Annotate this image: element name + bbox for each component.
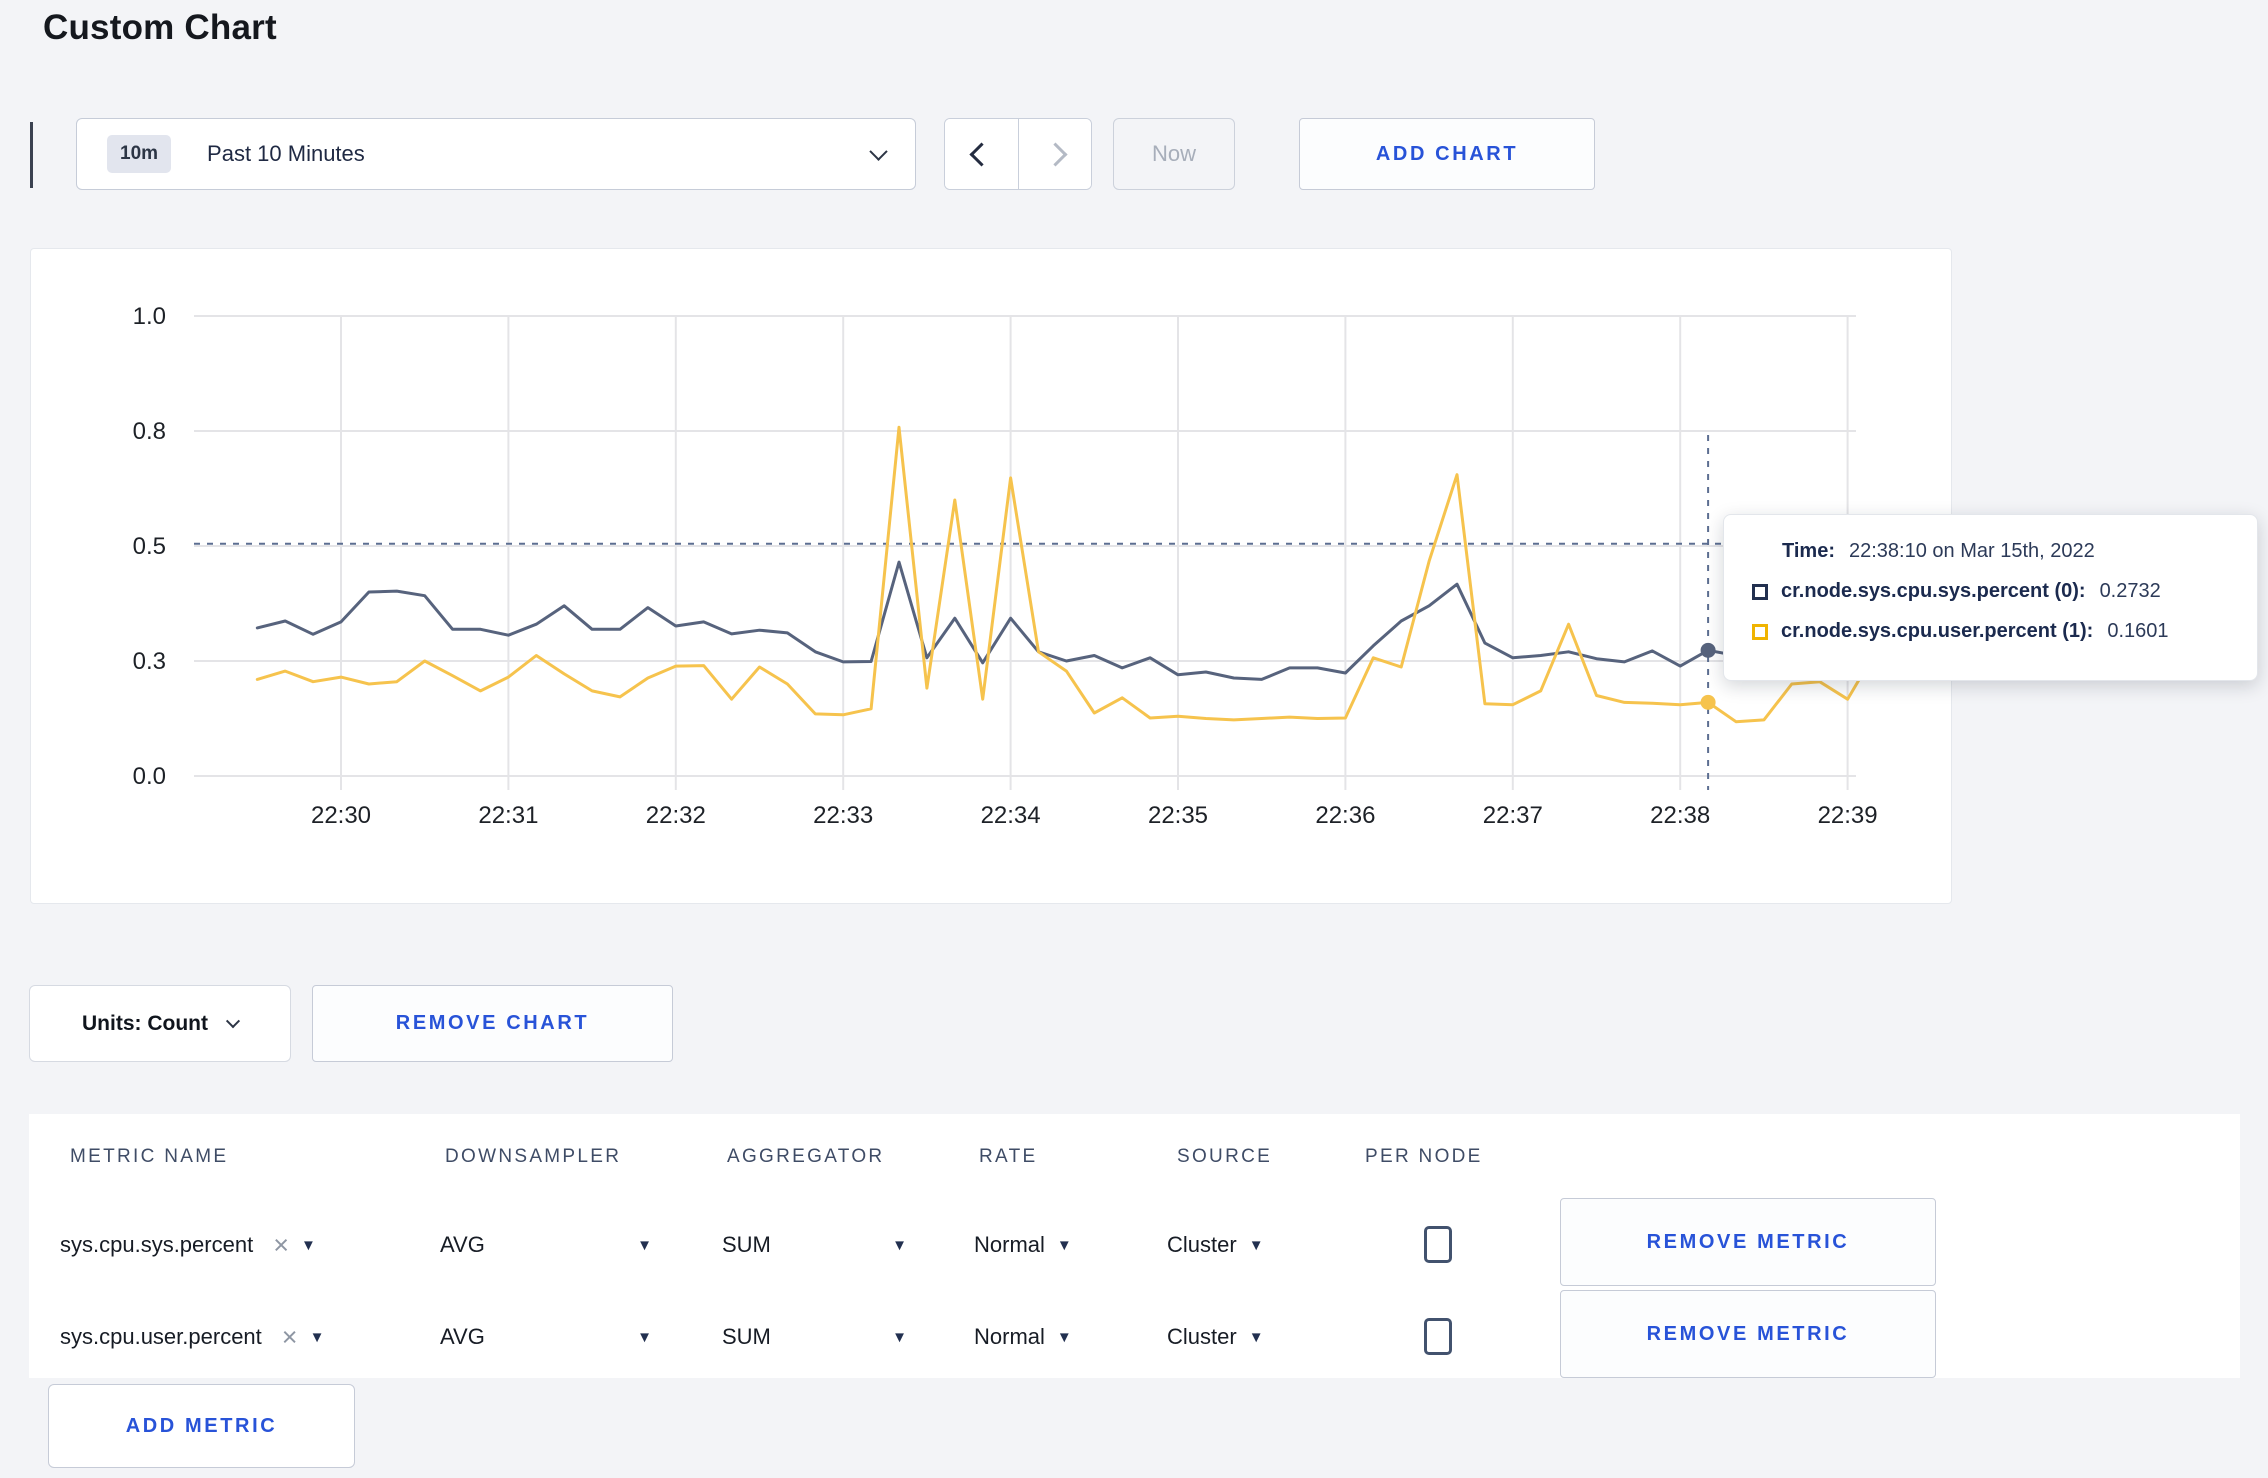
tooltip-series-value: 0.2732	[2099, 580, 2161, 602]
y-axis-tick: 0.8	[133, 418, 166, 445]
metric-name-select[interactable]: sys.cpu.user.percent × ▼	[60, 1314, 324, 1360]
y-axis-tick: 0.0	[133, 763, 166, 790]
tooltip-time-row: Time: 22:38:10 on Mar 15th, 2022	[1724, 540, 2257, 563]
dropdown-arrow-icon: ▼	[1248, 1328, 1264, 1346]
series-line-user	[255, 425, 1877, 724]
clear-metric-icon[interactable]: ×	[273, 1231, 289, 1259]
col-header-source: SOURCE	[1177, 1146, 1273, 1167]
y-axis-tick: 0.5	[133, 533, 166, 560]
time-range-badge: 10m	[107, 135, 172, 173]
tooltip-series-label: cr.node.sys.cpu.user.percent (1):	[1781, 620, 2094, 642]
dropdown-arrow-icon: ▼	[892, 1328, 907, 1346]
x-axis-tick: 22:38	[1650, 802, 1710, 829]
col-header-aggregator: AGGREGATOR	[727, 1146, 885, 1167]
add-chart-button[interactable]: ADD CHART	[1299, 118, 1595, 190]
time-range-select[interactable]: 10m Past 10 Minutes	[76, 118, 916, 190]
x-axis-tick: 22:31	[478, 802, 538, 829]
chart-tooltip: Time: 22:38:10 on Mar 15th, 2022 cr.node…	[1723, 514, 2258, 681]
x-axis-tick: 22:33	[813, 802, 873, 829]
chevron-left-icon	[969, 141, 994, 167]
dropdown-arrow-icon: ▼	[637, 1236, 652, 1254]
dropdown-arrow-icon: ▼	[1248, 1236, 1264, 1254]
time-range-label: Past 10 Minutes	[207, 141, 365, 166]
col-header-downsampler: DOWNSAMPLER	[445, 1146, 622, 1167]
y-axis-tick: 1.0	[133, 303, 166, 330]
clear-metric-icon[interactable]: ×	[282, 1323, 298, 1351]
dropdown-arrow-icon: ▼	[300, 1236, 316, 1254]
dropdown-arrow-icon: ▼	[1056, 1236, 1072, 1254]
tooltip-series-label: cr.node.sys.cpu.sys.percent (0):	[1781, 580, 2086, 602]
dropdown-arrow-icon: ▼	[637, 1328, 652, 1346]
chevron-right-icon	[1042, 141, 1068, 167]
col-header-per-node: PER NODE	[1365, 1146, 1483, 1167]
metric-name-select[interactable]: sys.cpu.sys.percent × ▼	[60, 1222, 316, 1268]
tooltip-series-row: cr.node.sys.cpu.sys.percent (0): 0.2732	[1724, 580, 2257, 603]
crosshair-dot	[1700, 642, 1716, 658]
tooltip-series-row: cr.node.sys.cpu.user.percent (1): 0.1601	[1724, 620, 2257, 643]
dropdown-arrow-icon: ▼	[309, 1328, 325, 1346]
per-node-checkbox[interactable]	[1424, 1318, 1452, 1355]
series-user-swatch-icon	[1752, 623, 1768, 640]
units-select[interactable]: Units: Count	[29, 985, 291, 1062]
x-axis-tick: 22:34	[981, 802, 1041, 829]
x-axis-tick: 22:32	[646, 802, 706, 829]
units-label: Units: Count	[82, 1011, 208, 1035]
tooltip-time-label: Time:	[1782, 540, 1835, 562]
prev-range-button[interactable]	[945, 119, 1018, 189]
per-node-checkbox[interactable]	[1424, 1226, 1452, 1263]
series-sys-swatch-icon	[1752, 583, 1768, 600]
chevron-down-icon	[869, 141, 888, 161]
aggregator-select[interactable]: SUM ▼	[722, 1314, 907, 1360]
chart-canvas[interactable]: 0.0 0.3 0.5 0.8 1.0 22:30 22:31 22:32 22:33 22:34…	[31, 249, 1953, 905]
chevron-down-icon	[225, 1013, 241, 1028]
x-axis-tick: 22:35	[1148, 802, 1208, 829]
next-range-button[interactable]	[1018, 119, 1091, 189]
x-axis-tick: 22:30	[311, 802, 371, 829]
add-metric-button[interactable]: ADD METRIC	[48, 1384, 355, 1468]
remove-chart-button[interactable]: REMOVE CHART	[312, 985, 673, 1062]
x-axis-tick: 22:39	[1818, 802, 1878, 829]
remove-metric-button[interactable]: REMOVE METRIC	[1560, 1290, 1936, 1378]
tooltip-time-value: 22:38:10 on Mar 15th, 2022	[1848, 540, 2095, 562]
y-axis-tick: 0.3	[133, 648, 166, 675]
downsampler-select[interactable]: AVG ▼	[440, 1222, 652, 1268]
source-select[interactable]: Cluster ▼	[1167, 1222, 1264, 1268]
toolbar-divider	[30, 122, 33, 188]
col-header-rate: RATE	[979, 1146, 1038, 1167]
chart-panel: 0.0 0.3 0.5 0.8 1.0 22:30 22:31 22:32 22:33 22:34…	[30, 248, 1952, 904]
downsampler-select[interactable]: AVG ▼	[440, 1314, 652, 1360]
source-select[interactable]: Cluster ▼	[1167, 1314, 1264, 1360]
col-header-metric-name: METRIC NAME	[70, 1146, 229, 1167]
tooltip-series-value: 0.1601	[2107, 620, 2169, 642]
crosshair-dot	[1700, 694, 1716, 710]
rate-select[interactable]: Normal ▼	[974, 1314, 1072, 1360]
now-button[interactable]: Now	[1113, 118, 1235, 190]
page-title: Custom Chart	[43, 8, 277, 47]
dropdown-arrow-icon: ▼	[1056, 1328, 1072, 1346]
aggregator-select[interactable]: SUM ▼	[722, 1222, 907, 1268]
rate-select[interactable]: Normal ▼	[974, 1222, 1072, 1268]
x-axis-tick: 22:37	[1483, 802, 1543, 829]
remove-metric-button[interactable]: REMOVE METRIC	[1560, 1198, 1936, 1286]
custom-chart-page: Custom Chart 10m Past 10 Minutes Now ADD…	[0, 0, 2268, 1478]
time-pager	[944, 118, 1092, 190]
x-axis-tick: 22:36	[1315, 802, 1375, 829]
dropdown-arrow-icon: ▼	[892, 1236, 907, 1254]
